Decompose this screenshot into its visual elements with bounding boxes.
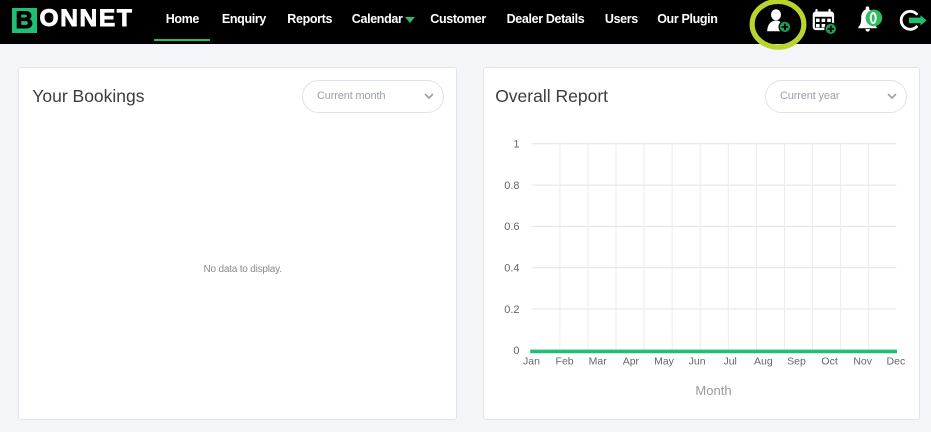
svg-text:Nov: Nov	[853, 355, 872, 367]
svg-text:Sep: Sep	[787, 355, 806, 367]
svg-text:0.2: 0.2	[504, 303, 519, 315]
svg-text:0.4: 0.4	[504, 262, 519, 274]
svg-text:0.6: 0.6	[504, 221, 519, 233]
svg-text:May: May	[654, 355, 675, 367]
svg-text:0.8: 0.8	[504, 179, 519, 191]
svg-text:Month: Month	[695, 383, 731, 398]
svg-text:Jan: Jan	[523, 355, 540, 367]
svg-text:Oct: Oct	[821, 355, 837, 367]
svg-text:Feb: Feb	[556, 355, 574, 367]
svg-text:Mar: Mar	[589, 355, 608, 367]
svg-text:1: 1	[513, 138, 519, 150]
svg-text:Jul: Jul	[723, 355, 736, 367]
svg-text:Jun: Jun	[689, 355, 706, 367]
svg-text:Apr: Apr	[623, 355, 640, 367]
svg-text:0: 0	[513, 345, 519, 357]
svg-text:Dec: Dec	[887, 355, 906, 367]
svg-text:Aug: Aug	[754, 355, 773, 367]
